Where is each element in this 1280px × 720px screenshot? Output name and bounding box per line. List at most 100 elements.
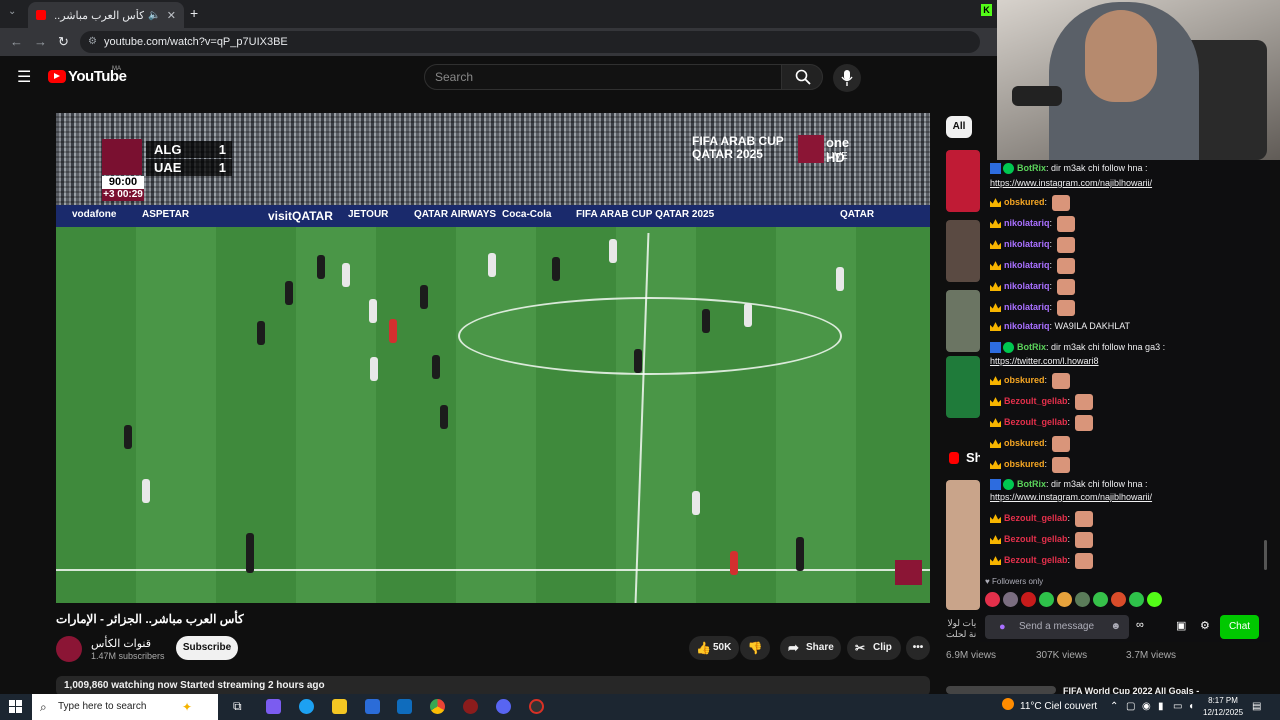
chat-username[interactable]: Bezoult_gellab (1004, 513, 1068, 523)
youtube-header: ☰ YouTube MA Search (0, 56, 980, 100)
chat-username[interactable]: nikolatariq (1004, 260, 1050, 270)
chat-username[interactable]: nikolatariq (1004, 218, 1050, 228)
menu-icon[interactable]: ☰ (17, 67, 31, 87)
voice-search-button[interactable] (833, 64, 861, 92)
chat-username[interactable]: nikolatariq (1004, 239, 1050, 249)
chevron-up-icon[interactable]: ⌃ (1110, 701, 1118, 712)
copilot-icon[interactable] (266, 699, 281, 714)
recommendation-thumbnail[interactable] (946, 356, 980, 418)
chat-message: Bezoult_gellab: (990, 510, 1093, 527)
tray-icon[interactable]: ▢ (1126, 701, 1135, 712)
forward-icon[interactable]: → (34, 34, 47, 49)
new-tab-icon[interactable]: + (190, 5, 198, 21)
video-player[interactable]: vodafone ASPETAR visitQATAR JETOUR QATAR… (56, 113, 930, 603)
chat-username[interactable]: Bezoult_gellab (1004, 396, 1068, 406)
emote-icon[interactable] (1003, 592, 1018, 607)
share-button[interactable]: ➦ Share (780, 636, 841, 660)
emoji-icon[interactable]: ☻ (1110, 615, 1121, 639)
emote-icon[interactable] (1111, 592, 1126, 607)
chat-send-button[interactable]: Chat (1220, 615, 1259, 639)
search-input[interactable]: Search (424, 64, 782, 90)
chat-username[interactable]: BotRix (1017, 479, 1046, 489)
shorts-icon (949, 452, 959, 464)
chat-username[interactable]: nikolatariq (1004, 281, 1050, 291)
gift-icon[interactable]: ▣ (1176, 619, 1186, 632)
reload-icon[interactable]: ↻ (58, 34, 69, 50)
short-thumbnail[interactable] (946, 480, 980, 610)
emote-icon[interactable] (1021, 592, 1036, 607)
obs-icon[interactable] (529, 699, 544, 714)
emote-icon[interactable] (1147, 592, 1162, 607)
microphone-icon[interactable]: ● (999, 615, 1006, 639)
task-view-icon[interactable]: ⧉ (233, 699, 242, 714)
settings-gear-icon[interactable]: ⚙ (1200, 619, 1210, 632)
taskbar-search-input[interactable]: ⌕ Type here to search ✦ (32, 694, 218, 720)
chat-username[interactable]: nikolatariq (1004, 302, 1050, 312)
chat-username[interactable]: obskured (1004, 459, 1045, 469)
chat-username[interactable]: obskured (1004, 375, 1045, 385)
speaker-icon[interactable]: 🔈 (148, 10, 160, 21)
channel-name[interactable]: قنوات الكأس (91, 637, 151, 650)
chat-scrollbar[interactable] (1264, 540, 1267, 570)
tab-list-icon[interactable]: ⌄ (8, 6, 16, 17)
chrome-icon[interactable] (430, 699, 445, 714)
microphone-tray-icon[interactable]: ▮ (1158, 701, 1164, 712)
tray-icon[interactable]: ◉ (1142, 701, 1151, 712)
chat-username[interactable]: BotRix (1017, 342, 1046, 352)
chat-message: Bezoult_gellab: (990, 552, 1093, 569)
like-button[interactable]: 👍 50K (689, 636, 739, 660)
channel-points-icon[interactable]: ∞ (1136, 619, 1144, 631)
chat-username[interactable]: Bezoult_gellab (1004, 555, 1068, 565)
windows-start-icon[interactable] (9, 700, 23, 714)
outlook-icon[interactable] (397, 699, 412, 714)
crown-badge-icon (990, 282, 1001, 292)
subscribe-button[interactable]: Subscribe (176, 636, 238, 660)
video-description-bar[interactable]: 1,009,860 watching now Started streaming… (56, 676, 930, 696)
recommendation-thumbnail[interactable] (946, 150, 980, 212)
search-button[interactable] (781, 64, 823, 90)
channel-avatar[interactable] (56, 636, 82, 662)
network-icon[interactable]: ▭ (1173, 701, 1182, 712)
emote-icon[interactable] (1129, 592, 1144, 607)
emote-icon[interactable] (1039, 592, 1054, 607)
more-actions-button[interactable]: ••• (906, 636, 930, 660)
player (692, 491, 700, 515)
back-icon[interactable]: ← (10, 34, 23, 49)
url-field[interactable]: ⚙ youtube.com/watch?v=qP_p7UIX3BE (80, 31, 980, 53)
recommendation-thumbnail[interactable] (946, 290, 980, 352)
notifications-icon[interactable]: ▤ (1252, 701, 1261, 712)
chat-username[interactable]: obskured (1004, 197, 1045, 207)
chip-all[interactable]: All (946, 116, 972, 138)
chat-link[interactable]: https://twitter.com/l.howari8 (990, 356, 1099, 366)
chat-link[interactable]: https://www.instagram.com/najiblhowarii/ (990, 492, 1152, 502)
site-info-icon[interactable]: ⚙ (88, 31, 97, 53)
chat-message-input[interactable]: ● Send a message ☻ (985, 615, 1129, 639)
discord-icon[interactable] (496, 699, 511, 714)
emote-icon[interactable] (1057, 592, 1072, 607)
edge-browser-icon[interactable] (299, 699, 314, 714)
clip-button[interactable]: ✂ Clip (847, 636, 901, 660)
recommendation-thumbnail[interactable] (946, 220, 980, 282)
weather-text[interactable]: 11°C Ciel couvert (1020, 701, 1097, 712)
emote-icon[interactable] (985, 592, 1000, 607)
file-explorer-icon[interactable] (332, 699, 347, 714)
browser-tab[interactable]: كأس العرب مباشر.. الجزائر - ال 🔈 ✕ (28, 2, 184, 28)
chat-username[interactable]: Bezoult_gellab (1004, 417, 1068, 427)
close-tab-icon[interactable]: ✕ (167, 9, 176, 22)
app-icon[interactable] (463, 699, 478, 714)
chat-username[interactable]: nikolatariq (1004, 321, 1050, 331)
chat-link[interactable]: https://www.instagram.com/najiblhowarii/ (990, 178, 1152, 188)
chat-username[interactable]: BotRix (1017, 163, 1046, 173)
dislike-button[interactable]: 👎 (740, 636, 770, 660)
emote-icon[interactable] (1075, 592, 1090, 607)
chat-username[interactable]: Bezoult_gellab (1004, 534, 1068, 544)
emote-icon[interactable] (1093, 592, 1108, 607)
system-clock[interactable]: 8:17 PM 12/12/2025 (1203, 695, 1243, 719)
recommendation-thumbnail[interactable] (946, 686, 1056, 694)
ad-text: JETOUR (348, 209, 389, 220)
store-icon[interactable] (365, 699, 380, 714)
volume-icon[interactable]: ◖ (1188, 701, 1194, 712)
thumbs-up-icon: 👍 (696, 641, 711, 655)
chat-username[interactable]: obskured (1004, 438, 1045, 448)
channel-watermark-icon[interactable] (895, 560, 922, 585)
